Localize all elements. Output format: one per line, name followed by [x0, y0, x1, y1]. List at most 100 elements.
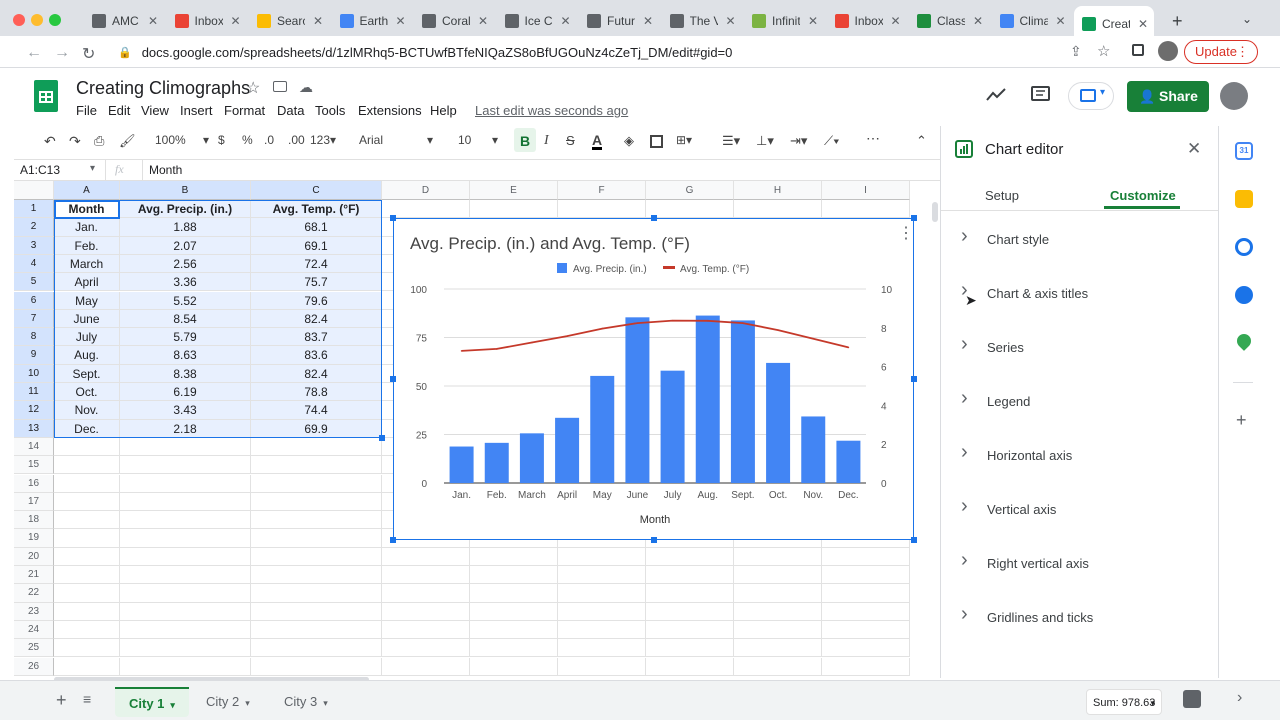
formula-input[interactable]: Month — [149, 163, 182, 177]
cell[interactable] — [251, 492, 382, 512]
cell[interactable]: 68.1 — [251, 218, 382, 237]
decrease-decimal-button[interactable]: .0 — [264, 133, 274, 147]
cell[interactable] — [558, 547, 646, 566]
menu-insert[interactable]: Insert — [180, 103, 213, 118]
menu-edit[interactable]: Edit — [108, 103, 130, 118]
cell[interactable] — [251, 511, 382, 530]
collapse-toolbar-icon[interactable]: ⌃ — [916, 133, 927, 149]
cell[interactable] — [558, 200, 646, 219]
paint-format-icon[interactable]: 🖌 — [119, 133, 136, 149]
row-header[interactable]: 2 — [14, 218, 54, 237]
text-color-button[interactable]: A — [592, 133, 603, 150]
browser-tab[interactable]: Futur ✕ — [579, 8, 659, 34]
cell[interactable] — [470, 620, 558, 640]
row-header[interactable]: 3 — [14, 236, 54, 255]
bar-precip[interactable] — [801, 416, 826, 483]
cell[interactable] — [120, 437, 251, 457]
cell[interactable] — [382, 566, 470, 585]
sheet-tab[interactable]: City 3 ▾ — [270, 687, 342, 717]
column-header[interactable]: C — [251, 181, 382, 200]
sheet-tab[interactable]: City 1 ▾ — [115, 687, 189, 717]
cell[interactable]: Dec. — [54, 419, 120, 438]
resize-handle[interactable] — [911, 376, 917, 382]
italic-button[interactable]: I — [544, 133, 549, 149]
cell[interactable] — [822, 566, 910, 585]
more-options-icon[interactable]: ⋯ — [866, 130, 880, 147]
row-header[interactable]: 26 — [14, 657, 54, 676]
menu-format[interactable]: Format — [224, 103, 265, 118]
cell[interactable] — [54, 547, 120, 566]
cell[interactable]: 3.36 — [120, 273, 251, 292]
cell[interactable] — [382, 657, 470, 676]
close-tab-icon[interactable]: ✕ — [726, 14, 736, 28]
maximize-window-button[interactable] — [49, 14, 61, 26]
header-cell[interactable]: Avg. Precip. (in.) — [120, 200, 251, 219]
cell[interactable] — [120, 456, 251, 475]
resize-handle[interactable] — [651, 537, 657, 543]
resize-handle[interactable] — [390, 537, 396, 543]
comments-icon[interactable] — [1031, 86, 1051, 104]
cell[interactable]: Aug. — [54, 346, 120, 365]
section-series[interactable]: › Series — [941, 333, 1218, 360]
update-button[interactable]: Update ⋮ — [1184, 40, 1258, 64]
cell[interactable] — [558, 639, 646, 658]
cell[interactable] — [646, 620, 734, 640]
cell[interactable]: May — [54, 291, 120, 310]
cell[interactable] — [54, 511, 120, 530]
cell[interactable] — [470, 547, 558, 566]
close-tab-icon[interactable]: ✕ — [478, 14, 488, 28]
cell[interactable] — [382, 584, 470, 603]
currency-format-button[interactable]: $ — [218, 133, 225, 147]
cell[interactable] — [646, 584, 734, 603]
cell[interactable] — [120, 657, 251, 676]
row-header[interactable]: 10 — [14, 364, 54, 383]
browser-tab[interactable]: Inbox ✕ — [167, 8, 247, 34]
cell[interactable] — [120, 602, 251, 621]
row-header[interactable]: 1 — [14, 200, 54, 219]
cell[interactable]: Jan. — [54, 218, 120, 237]
cell[interactable] — [251, 566, 382, 585]
cell[interactable] — [646, 200, 734, 219]
sheet-tab[interactable]: City 2 ▾ — [192, 687, 264, 717]
cell[interactable] — [382, 620, 470, 640]
cloud-status-icon[interactable]: ☁ — [299, 79, 313, 96]
cell[interactable] — [120, 492, 251, 512]
cell[interactable]: 75.7 — [251, 273, 382, 292]
legend-label-precip[interactable]: Avg. Precip. (in.) — [573, 264, 647, 275]
cell[interactable] — [470, 584, 558, 603]
cell[interactable] — [54, 639, 120, 658]
font-select[interactable]: Arial ▾ — [359, 133, 439, 147]
legend-label-temp[interactable]: Avg. Temp. (°F) — [680, 264, 749, 275]
chart-menu-icon[interactable]: ⋮ — [898, 223, 914, 243]
cell[interactable]: 74.4 — [251, 401, 382, 420]
cell[interactable] — [734, 602, 822, 621]
cell[interactable] — [54, 566, 120, 585]
cell[interactable] — [822, 657, 910, 676]
share-page-icon[interactable]: ⇪ — [1070, 43, 1082, 60]
print-icon[interactable]: ⎙ — [94, 133, 104, 149]
cell[interactable]: April — [54, 273, 120, 292]
bar-precip[interactable] — [766, 362, 791, 483]
menu-view[interactable]: View — [141, 103, 169, 118]
bar-precip[interactable] — [836, 440, 861, 483]
cell[interactable] — [382, 639, 470, 658]
cell[interactable] — [734, 200, 822, 219]
cell[interactable] — [120, 620, 251, 640]
cell[interactable] — [558, 620, 646, 640]
cell[interactable] — [251, 639, 382, 658]
browser-tab[interactable]: Searc ✕ — [249, 8, 329, 34]
row-header[interactable]: 14 — [14, 437, 54, 457]
resize-handle[interactable] — [390, 215, 396, 221]
cell[interactable] — [251, 474, 382, 493]
cell[interactable] — [54, 474, 120, 493]
cell[interactable] — [251, 547, 382, 566]
row-header[interactable]: 7 — [14, 309, 54, 329]
horizontal-align-icon[interactable]: ☰▾ — [722, 133, 740, 149]
cell[interactable]: 6.19 — [120, 383, 251, 402]
menu-file[interactable]: File — [76, 103, 97, 118]
share-button[interactable]: 👤 Share — [1127, 81, 1209, 112]
vertical-align-icon[interactable]: ⊥▾ — [756, 133, 774, 149]
menu-help[interactable]: Help — [430, 103, 457, 118]
cell[interactable] — [470, 639, 558, 658]
browser-tab[interactable]: Class ✕ — [909, 8, 989, 34]
